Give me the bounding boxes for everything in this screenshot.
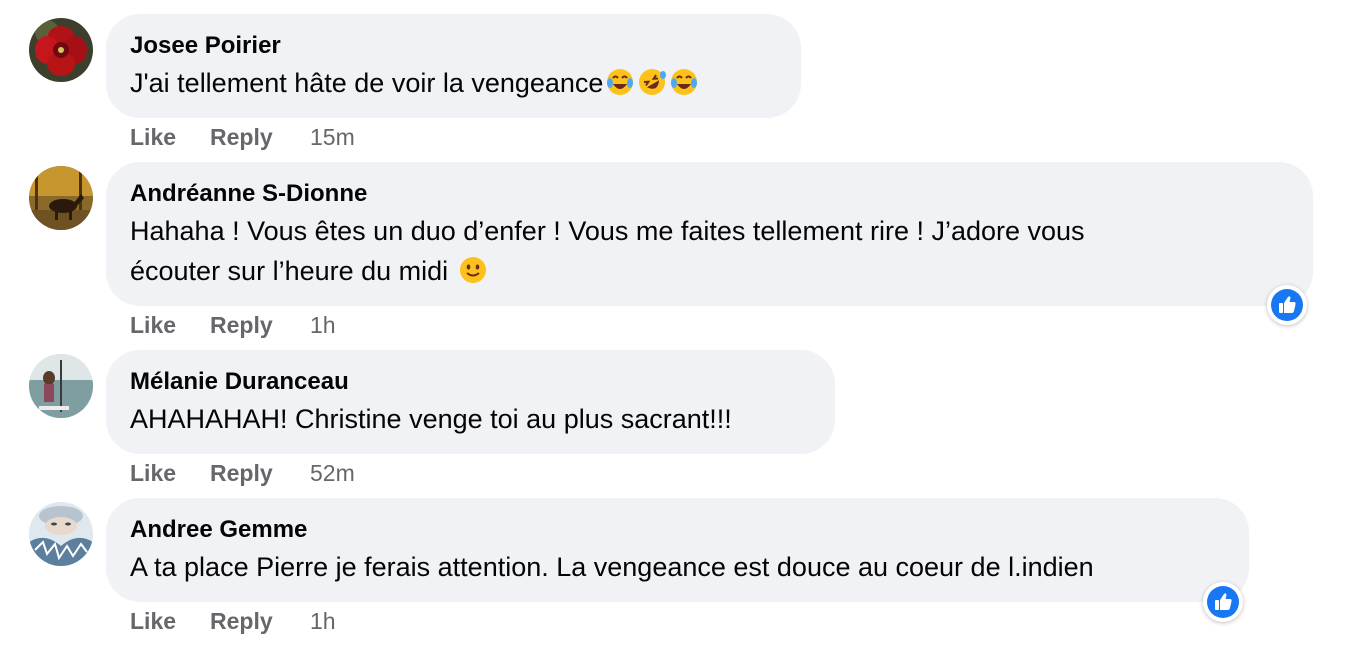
- comment-text-line-end: écouter sur l’heure du midi: [130, 251, 1289, 291]
- avatar[interactable]: [29, 18, 93, 82]
- comment-bubble: Andree Gemme A ta place Pierre je ferais…: [106, 498, 1249, 602]
- comment-actions: Like Reply 1h: [130, 311, 336, 339]
- like-link[interactable]: Like: [130, 607, 210, 635]
- avatar[interactable]: [29, 502, 93, 566]
- reply-link[interactable]: Reply: [210, 311, 310, 339]
- comment-timestamp[interactable]: 1h: [310, 311, 336, 339]
- reply-link[interactable]: Reply: [210, 459, 310, 487]
- avatar[interactable]: [29, 354, 93, 418]
- comment-text: A ta place Pierre je ferais attention. L…: [130, 552, 1094, 582]
- like-link[interactable]: Like: [130, 123, 210, 151]
- comment-bubble: Mélanie Duranceau AHAHAHAH! Christine ve…: [106, 350, 835, 454]
- comment-thread: Josee Poirier J'ai tellement hâte de voi…: [0, 0, 1356, 646]
- like-link[interactable]: Like: [130, 311, 210, 339]
- reply-link[interactable]: Reply: [210, 123, 310, 151]
- tears-of-joy-emoji: [669, 67, 699, 97]
- reply-link[interactable]: Reply: [210, 607, 310, 635]
- tears-of-joy-emoji: [605, 67, 635, 97]
- comment-author[interactable]: Mélanie Duranceau: [130, 368, 811, 396]
- comment-bubble: Josee Poirier J'ai tellement hâte de voi…: [106, 14, 801, 118]
- red-flower-avatar-image: [29, 18, 93, 82]
- comment-actions: Like Reply 52m: [130, 459, 355, 487]
- comment-timestamp[interactable]: 15m: [310, 123, 355, 151]
- comment-actions: Like Reply 15m: [130, 123, 355, 151]
- comment-text: AHAHAHAH! Christine venge toi au plus sa…: [130, 404, 732, 434]
- rolling-laughing-emoji: [637, 67, 667, 97]
- comment-text-body: J'ai tellement hâte de voir la vengeance: [130, 68, 604, 98]
- comment-timestamp[interactable]: 1h: [310, 607, 336, 635]
- like-reaction-icon[interactable]: [1267, 285, 1307, 325]
- like-reaction-icon[interactable]: [1203, 582, 1243, 622]
- paddleboard-avatar-image: [29, 354, 93, 418]
- comment-author[interactable]: Josee Poirier: [130, 32, 777, 60]
- comment-text-line: Hahaha ! Vous êtes un duo d’enfer ! Vous…: [130, 216, 1085, 246]
- comment-text: Hahaha ! Vous êtes un duo d’enfer ! Vous…: [130, 211, 1289, 291]
- comment-text: J'ai tellement hâte de voir la vengeance: [130, 63, 777, 103]
- comment-author[interactable]: Andréanne S-Dionne: [130, 180, 1289, 208]
- smiling-face-emoji: [458, 255, 488, 285]
- comment-actions: Like Reply 1h: [130, 607, 336, 635]
- autumn-horse-avatar-image: [29, 166, 93, 230]
- winter-face-avatar-image: [29, 502, 93, 566]
- comment-bubble: Andréanne S-Dionne Hahaha ! Vous êtes un…: [106, 162, 1313, 306]
- like-link[interactable]: Like: [130, 459, 210, 487]
- comment-timestamp[interactable]: 52m: [310, 459, 355, 487]
- comment-text-line: écouter sur l’heure du midi: [130, 256, 449, 286]
- comment-author[interactable]: Andree Gemme: [130, 516, 1225, 544]
- avatar[interactable]: [29, 166, 93, 230]
